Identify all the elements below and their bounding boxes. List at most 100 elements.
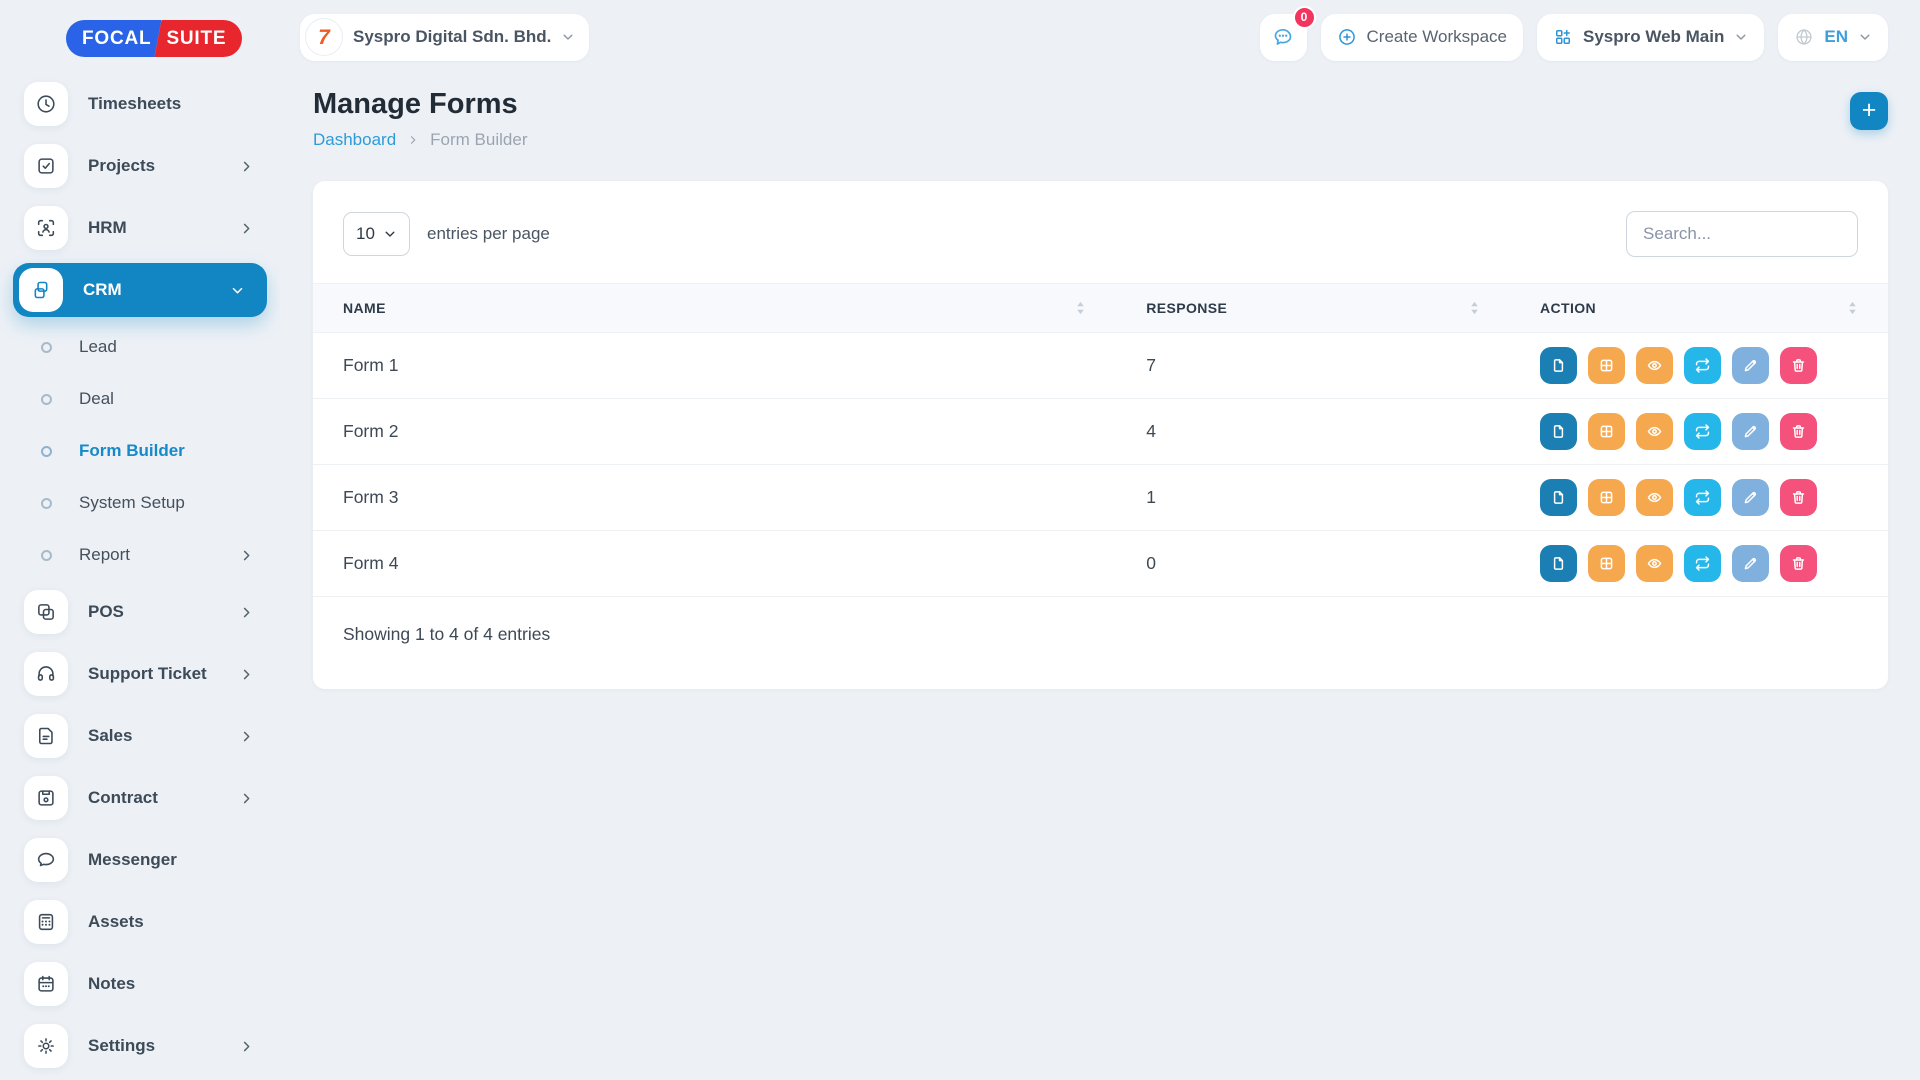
bullet-icon bbox=[41, 550, 52, 561]
sidebar-subitem-report[interactable]: Report bbox=[0, 529, 280, 581]
sidebar-item-sales[interactable]: Sales bbox=[0, 705, 280, 767]
sidebar-subitem-form-builder[interactable]: Form Builder bbox=[0, 425, 280, 477]
bullet-icon bbox=[41, 446, 52, 457]
main-column: 7 Syspro Digital Sdn. Bhd. 0 Create Work… bbox=[280, 0, 1920, 1080]
action-file-button[interactable] bbox=[1540, 347, 1577, 384]
action-delete-button[interactable] bbox=[1780, 413, 1817, 450]
eye-icon bbox=[1646, 423, 1663, 440]
swap-icon bbox=[1694, 555, 1711, 572]
action-entries-button[interactable] bbox=[1588, 479, 1625, 516]
forms-table: NAME RESPONSE ACTION Form 17Form 24Form … bbox=[313, 283, 1888, 597]
action-responses-button[interactable] bbox=[1684, 545, 1721, 582]
file-icon bbox=[1550, 423, 1567, 440]
sidebar-item-label: Sales bbox=[88, 726, 132, 746]
contract-icon bbox=[24, 776, 68, 820]
sidebar-item-messenger[interactable]: Messenger bbox=[0, 829, 280, 891]
forms-table-card: 10 entries per page NAME RESPONSE ACTION bbox=[313, 181, 1888, 689]
form-name-cell: Form 3 bbox=[313, 465, 1116, 531]
bullet-icon bbox=[41, 342, 52, 353]
chevron-right-icon bbox=[239, 221, 254, 236]
topbar: 7 Syspro Digital Sdn. Bhd. 0 Create Work… bbox=[280, 0, 1920, 62]
breadcrumb-dashboard-link[interactable]: Dashboard bbox=[313, 130, 396, 150]
search-input[interactable] bbox=[1626, 211, 1858, 257]
entries-per-page-select[interactable]: 10 bbox=[343, 212, 410, 256]
chevron-right-icon bbox=[239, 605, 254, 620]
sidebar-item-label: Projects bbox=[88, 156, 155, 176]
sidebar-subitem-system-setup[interactable]: System Setup bbox=[0, 477, 280, 529]
sort-icon bbox=[1470, 301, 1479, 316]
page-title: Manage Forms bbox=[313, 88, 527, 121]
sidebar-item-pos[interactable]: POS bbox=[0, 581, 280, 643]
action-cell bbox=[1510, 465, 1888, 531]
column-header-response[interactable]: RESPONSE bbox=[1116, 284, 1510, 333]
trash-icon bbox=[1790, 555, 1807, 572]
messages-button[interactable]: 0 bbox=[1260, 14, 1307, 61]
table-grid-icon bbox=[1598, 357, 1615, 374]
eye-icon bbox=[1646, 357, 1663, 374]
action-edit-button[interactable] bbox=[1732, 347, 1769, 384]
action-file-button[interactable] bbox=[1540, 479, 1577, 516]
action-entries-button[interactable] bbox=[1588, 347, 1625, 384]
sidebar-item-notes[interactable]: Notes bbox=[0, 953, 280, 1015]
sidebar-item-label: Support Ticket bbox=[88, 664, 207, 684]
action-entries-button[interactable] bbox=[1588, 413, 1625, 450]
add-form-button[interactable]: + bbox=[1850, 92, 1888, 130]
action-delete-button[interactable] bbox=[1780, 545, 1817, 582]
column-header-action[interactable]: ACTION bbox=[1510, 284, 1888, 333]
action-responses-button[interactable] bbox=[1684, 479, 1721, 516]
page-content: Manage Forms Dashboard Form Builder + 10… bbox=[280, 62, 1920, 1080]
action-edit-button[interactable] bbox=[1732, 479, 1769, 516]
sidebar-item-timesheets[interactable]: Timesheets bbox=[0, 73, 280, 135]
overlap-windows-icon bbox=[19, 268, 63, 312]
action-delete-button[interactable] bbox=[1780, 479, 1817, 516]
sidebar-item-support-ticket[interactable]: Support Ticket bbox=[0, 643, 280, 705]
app-selector[interactable]: Syspro Web Main bbox=[1537, 14, 1764, 61]
sidebar-subitem-lead[interactable]: Lead bbox=[0, 321, 280, 373]
topbar-right: 0 Create Workspace Syspro Web Main EN bbox=[1260, 14, 1888, 61]
pos-icon bbox=[24, 590, 68, 634]
action-edit-button[interactable] bbox=[1732, 545, 1769, 582]
language-selector[interactable]: EN bbox=[1778, 14, 1888, 61]
action-file-button[interactable] bbox=[1540, 413, 1577, 450]
response-count-cell: 4 bbox=[1116, 399, 1510, 465]
clock-icon bbox=[24, 82, 68, 126]
sidebar-item-label: Messenger bbox=[88, 850, 177, 870]
trash-icon bbox=[1790, 489, 1807, 506]
sidebar-item-settings[interactable]: Settings bbox=[0, 1015, 280, 1077]
create-workspace-button[interactable]: Create Workspace bbox=[1321, 14, 1523, 61]
action-view-button[interactable] bbox=[1636, 413, 1673, 450]
sidebar-item-hrm[interactable]: HRM bbox=[0, 197, 280, 259]
action-file-button[interactable] bbox=[1540, 545, 1577, 582]
action-view-button[interactable] bbox=[1636, 479, 1673, 516]
action-view-button[interactable] bbox=[1636, 347, 1673, 384]
sidebar-item-projects[interactable]: Projects bbox=[0, 135, 280, 197]
bullet-icon bbox=[41, 498, 52, 509]
sidebar-item-contract[interactable]: Contract bbox=[0, 767, 280, 829]
swap-icon bbox=[1694, 357, 1711, 374]
brand-logo-first: FOCAL bbox=[66, 20, 161, 57]
table-footer-status: Showing 1 to 4 of 4 entries bbox=[313, 597, 1888, 645]
action-entries-button[interactable] bbox=[1588, 545, 1625, 582]
create-workspace-label: Create Workspace bbox=[1367, 27, 1507, 47]
sidebar-subitem-deal[interactable]: Deal bbox=[0, 373, 280, 425]
sidebar-subitem-label: Lead bbox=[79, 337, 117, 357]
action-delete-button[interactable] bbox=[1780, 347, 1817, 384]
action-view-button[interactable] bbox=[1636, 545, 1673, 582]
chevron-right-icon bbox=[239, 729, 254, 744]
sidebar-item-assets[interactable]: Assets bbox=[0, 891, 280, 953]
table-row: Form 40 bbox=[313, 531, 1888, 597]
trash-icon bbox=[1790, 357, 1807, 374]
workspace-selector[interactable]: 7 Syspro Digital Sdn. Bhd. bbox=[300, 14, 589, 61]
sidebar-item-label: HRM bbox=[88, 218, 127, 238]
sidebar-item-crm[interactable]: CRM bbox=[13, 263, 267, 317]
action-responses-button[interactable] bbox=[1684, 413, 1721, 450]
action-responses-button[interactable] bbox=[1684, 347, 1721, 384]
table-row: Form 31 bbox=[313, 465, 1888, 531]
sidebar-item-label: POS bbox=[88, 602, 124, 622]
page-header: Manage Forms Dashboard Form Builder + bbox=[313, 88, 1888, 150]
action-edit-button[interactable] bbox=[1732, 413, 1769, 450]
messages-badge: 0 bbox=[1293, 6, 1316, 29]
table-toolbar: 10 entries per page bbox=[313, 181, 1888, 283]
entries-per-page-label: entries per page bbox=[427, 224, 550, 244]
column-header-name[interactable]: NAME bbox=[313, 284, 1116, 333]
